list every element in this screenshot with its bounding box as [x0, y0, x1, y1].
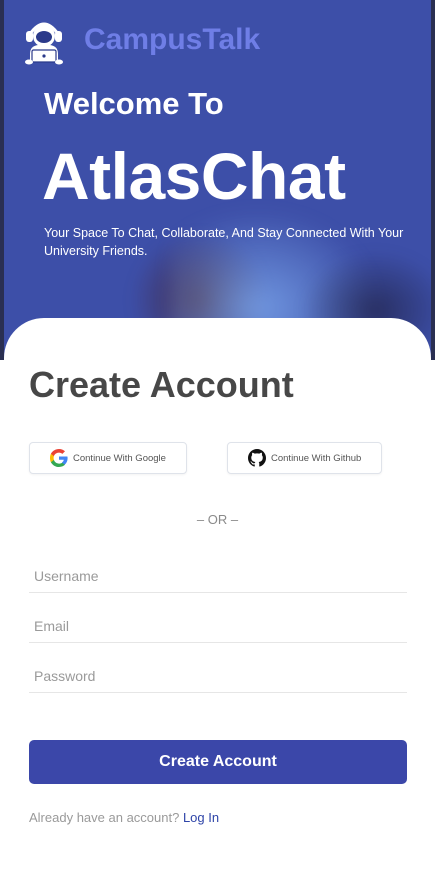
page-title: Create Account: [29, 364, 294, 405]
signup-screen: CampusTalk Welcome To AtlasChat Your Spa…: [0, 0, 435, 881]
username-input[interactable]: [29, 559, 407, 593]
hero-edge: [0, 0, 4, 360]
login-link[interactable]: Log In: [183, 810, 219, 825]
or-divider: – OR –: [196, 512, 239, 527]
password-input[interactable]: [29, 659, 407, 693]
google-icon: [50, 449, 68, 467]
github-icon: [248, 449, 266, 467]
signup-card: Create Account Continue With Google Cont…: [4, 318, 431, 881]
astronaut-mascot-icon: [25, 22, 63, 65]
create-account-button[interactable]: Create Account: [29, 740, 407, 784]
app-name-heading: AtlasChat: [42, 139, 346, 213]
continue-with-github-button[interactable]: Continue With Github: [227, 442, 382, 474]
google-button-label: Continue With Google: [73, 452, 166, 464]
continue-with-google-button[interactable]: Continue With Google: [29, 442, 187, 474]
hero-banner: CampusTalk Welcome To AtlasChat Your Spa…: [0, 0, 435, 360]
login-prompt-text: Already have an account?: [29, 810, 180, 825]
hero-edge: [431, 0, 435, 360]
tagline: Your Space To Chat, Collaborate, And Sta…: [44, 226, 404, 258]
email-input[interactable]: [29, 609, 407, 643]
brand: CampusTalk: [20, 14, 260, 66]
login-prompt: Already have an account? Log In: [29, 810, 219, 825]
welcome-heading: Welcome To: [44, 86, 224, 121]
brand-name: CampusTalk: [84, 23, 261, 56]
github-button-label: Continue With Github: [271, 452, 362, 464]
